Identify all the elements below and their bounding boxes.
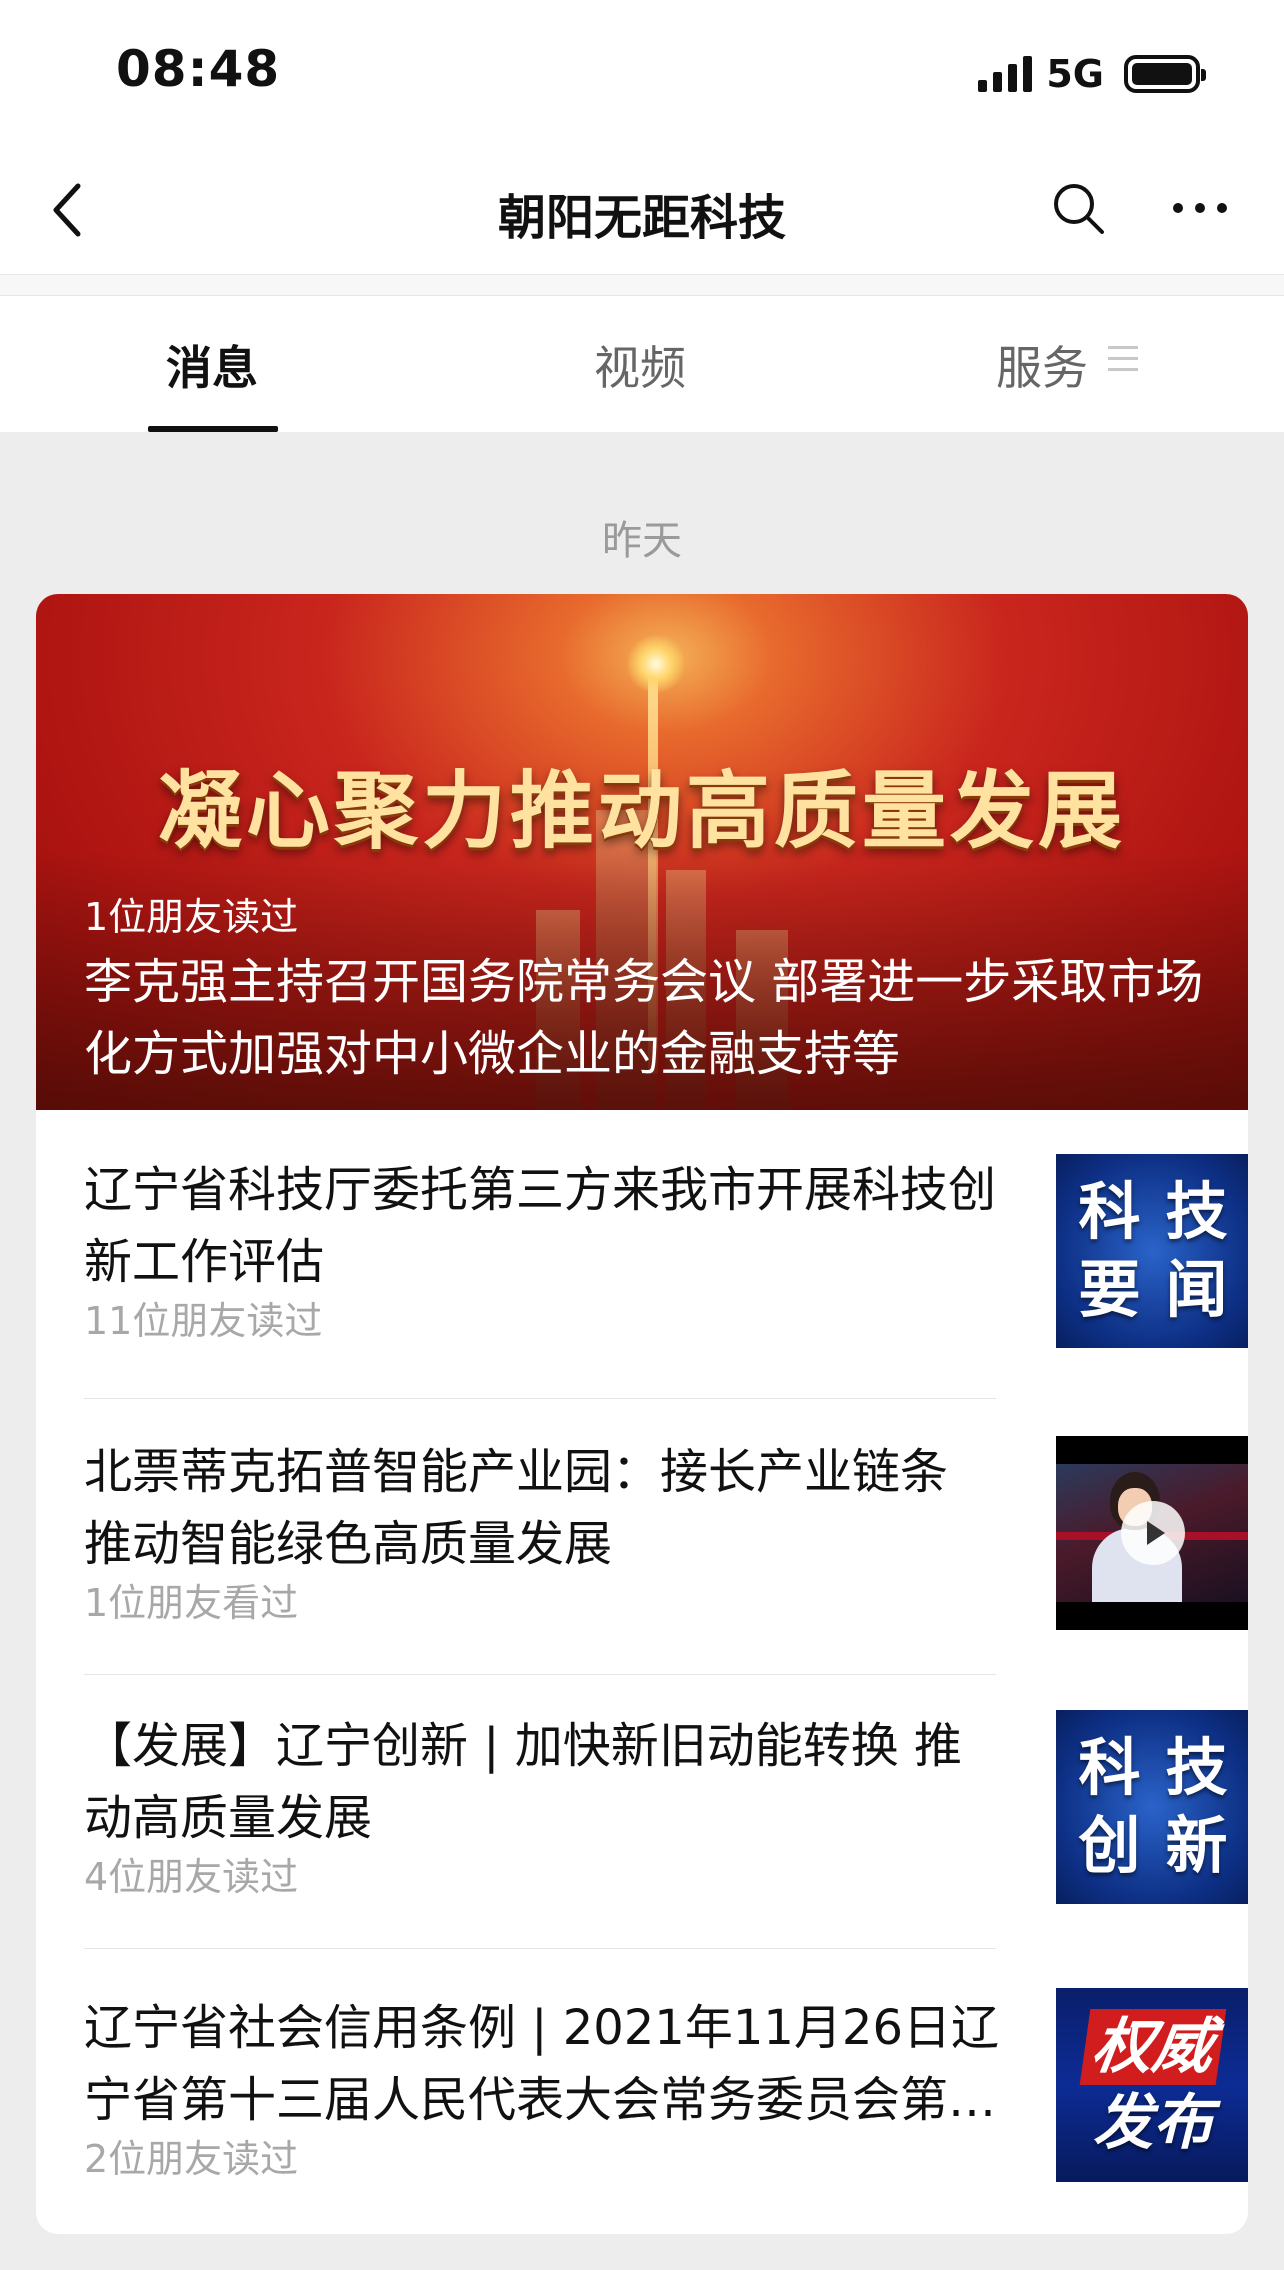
- thumb-char: 技: [1165, 1175, 1228, 1248]
- hero-article[interactable]: 凝心聚力推动高质量发展 1位朋友读过 李克强主持召开国务院常务会议 部署进一步采…: [36, 594, 1248, 1110]
- tab-messages[interactable]: 消息: [166, 332, 258, 398]
- active-tab-indicator: [148, 426, 278, 432]
- article-meta: 11位朋友读过: [84, 1299, 323, 1343]
- battery-icon: [1124, 55, 1206, 93]
- status-time: 08:48: [116, 40, 281, 98]
- thumb-char: 要: [1078, 1253, 1141, 1326]
- thumb-char: 技: [1165, 1731, 1228, 1804]
- list-item[interactable]: 辽宁省社会信用条例 | 2021年11月26日辽宁省第十三届人民代表大会常务委员…: [84, 1988, 1248, 2232]
- article-title[interactable]: 辽宁省科技厅委托第三方来我市开展科技创新工作评估: [84, 1154, 1004, 1298]
- thumb-char: 科: [1078, 1731, 1141, 1804]
- article-meta: 1位朋友看过: [84, 1581, 299, 1625]
- nav-bar: 朝阳无距科技: [0, 140, 1284, 274]
- article-meta: 4位朋友读过: [84, 1855, 299, 1899]
- article-title[interactable]: 辽宁省社会信用条例 | 2021年11月26日辽宁省第十三届人民代表大会常务委员…: [84, 1992, 1004, 2136]
- hero-title[interactable]: 李克强主持召开国务院常务会议 部署进一步采取市场化方式加强对中小微企业的金融支持…: [84, 946, 1214, 1090]
- article-title[interactable]: 北票蒂克拓普智能产业园：接长产业链条 推动智能绿色高质量发展: [84, 1436, 1004, 1580]
- date-separator: 昨天: [602, 518, 682, 564]
- list-item[interactable]: 【发展】辽宁创新 | 加快新旧动能转换 推动高质量发展 4位朋友读过 科 技 创…: [84, 1710, 1248, 1950]
- signal-icon: [978, 56, 1033, 92]
- article-card: 凝心聚力推动高质量发展 1位朋友读过 李克强主持召开国务院常务会议 部署进一步采…: [36, 594, 1248, 2234]
- play-icon[interactable]: [1121, 1501, 1185, 1565]
- divider: [84, 1674, 996, 1675]
- divider: [84, 1948, 996, 1949]
- hero-light-glow: [626, 634, 686, 694]
- tab-bar: 消息 视频 服务: [0, 296, 1284, 432]
- thumb-text: 权威: [1079, 2009, 1227, 2085]
- nav-divider: [0, 274, 1284, 296]
- hero-banner-text: 凝心聚力推动高质量发展: [157, 762, 1126, 860]
- list-item[interactable]: 辽宁省科技厅委托第三方来我市开展科技创新工作评估 11位朋友读过 科 技 要 闻: [84, 1154, 1248, 1394]
- status-indicators: 5G: [978, 52, 1206, 96]
- more-icon[interactable]: [1170, 196, 1230, 220]
- thumb-char: 闻: [1165, 1253, 1228, 1326]
- tab-services[interactable]: 服务: [996, 332, 1088, 398]
- list-item[interactable]: 北票蒂克拓普智能产业园：接长产业链条 推动智能绿色高质量发展 1位朋友看过: [84, 1436, 1248, 1676]
- hero-readers: 1位朋友读过: [84, 895, 299, 939]
- thumb-char: 创: [1078, 1809, 1141, 1882]
- article-title[interactable]: 【发展】辽宁创新 | 加快新旧动能转换 推动高质量发展: [84, 1710, 1004, 1854]
- menu-icon[interactable]: [1108, 346, 1138, 374]
- thumb-char: 科: [1078, 1175, 1141, 1248]
- article-thumbnail[interactable]: 科 技 要 闻: [1056, 1154, 1248, 1348]
- tab-videos[interactable]: 视频: [594, 332, 686, 398]
- article-thumbnail[interactable]: 权威 发布: [1056, 1988, 1248, 2182]
- status-bar: 08:48 5G: [0, 0, 1284, 140]
- thumb-char: 新: [1165, 1809, 1228, 1882]
- search-icon[interactable]: [1050, 180, 1106, 236]
- thumb-text: 发布: [1093, 2088, 1213, 2158]
- video-thumbnail[interactable]: [1056, 1436, 1248, 1630]
- article-meta: 2位朋友读过: [84, 2137, 299, 2181]
- article-thumbnail[interactable]: 科 技 创 新: [1056, 1710, 1248, 1904]
- network-label: 5G: [1046, 52, 1104, 96]
- divider: [84, 1398, 996, 1399]
